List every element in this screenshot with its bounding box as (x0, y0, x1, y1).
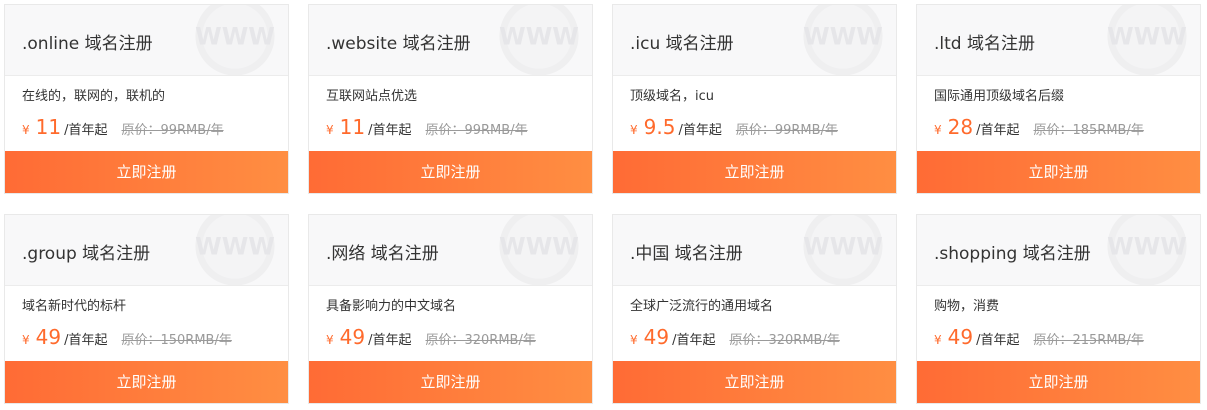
price-row: ¥ 28 /首年起 原价：185RMB/年 (934, 115, 1144, 143)
domain-card-icu: WWW .icu 域名注册 顶级域名，icu ¥ 9.5 /首年起 原价：99R… (612, 4, 897, 194)
domain-card-website: WWW .website 域名注册 互联网站点优选 ¥ 11 /首年起 原价：9… (308, 4, 593, 194)
www-globe-icon: WWW (1107, 215, 1187, 285)
price-unit: /首年起 (64, 123, 108, 138)
original-price: 原价：320RMB/年 (729, 333, 840, 348)
price-unit: /首年起 (678, 123, 722, 138)
card-header: WWW .ltd 域名注册 (917, 5, 1200, 76)
domain-description: 域名新时代的标杆 (22, 299, 127, 314)
domain-card-ltd: WWW .ltd 域名注册 国际通用顶级域名后缀 ¥ 28 /首年起 原价：18… (916, 4, 1201, 194)
original-price: 原价：99RMB/年 (735, 123, 838, 138)
price-unit: /首年起 (64, 333, 108, 348)
www-globe-icon: WWW (803, 215, 883, 285)
domain-title: .online 域名注册 (22, 34, 153, 54)
www-globe-icon: WWW (195, 5, 275, 75)
www-globe-icon: WWW (195, 215, 275, 285)
price-row: ¥ 49 /首年起 原价：150RMB/年 (22, 325, 232, 353)
domain-title: .ltd 域名注册 (934, 34, 1035, 54)
original-price: 原价：185RMB/年 (1033, 123, 1144, 138)
price-row: ¥ 49 /首年起 原价：215RMB/年 (934, 325, 1144, 353)
currency-symbol: ¥ (22, 123, 30, 137)
domain-description: 国际通用顶级域名后缀 (934, 89, 1065, 104)
card-header: WWW .shopping 域名注册 (917, 215, 1200, 286)
domain-description: 在线的，联网的，联机的 (22, 89, 166, 104)
svg-text:WWW: WWW (803, 23, 883, 51)
domain-description: 互联网站点优选 (326, 89, 418, 104)
price-value: 49 (947, 325, 974, 349)
domain-description: 顶级域名，icu (630, 89, 714, 104)
card-header: WWW .group 域名注册 (5, 215, 288, 286)
currency-symbol: ¥ (630, 123, 638, 137)
www-globe-icon: WWW (1107, 5, 1187, 75)
domain-title: .网络 域名注册 (326, 244, 439, 264)
price-unit: /首年起 (672, 333, 716, 348)
price-row: ¥ 49 /首年起 原价：320RMB/年 (630, 325, 840, 353)
original-price: 原价：215RMB/年 (1033, 333, 1144, 348)
domain-title: .website 域名注册 (326, 34, 471, 54)
original-price: 原价：99RMB/年 (121, 123, 224, 138)
card-header: WWW .网络 域名注册 (309, 215, 592, 286)
register-button[interactable]: 立即注册 (917, 151, 1200, 193)
svg-text:WWW: WWW (195, 23, 275, 51)
www-globe-icon: WWW (803, 5, 883, 75)
register-button[interactable]: 立即注册 (613, 361, 896, 403)
price-unit: /首年起 (976, 333, 1020, 348)
currency-symbol: ¥ (934, 123, 942, 137)
domain-title: .中国 域名注册 (630, 244, 743, 264)
price-row: ¥ 9.5 /首年起 原价：99RMB/年 (630, 115, 838, 143)
www-globe-icon: WWW (499, 215, 579, 285)
register-button[interactable]: 立即注册 (613, 151, 896, 193)
card-header: WWW .website 域名注册 (309, 5, 592, 76)
currency-symbol: ¥ (22, 333, 30, 347)
price-unit: /首年起 (976, 123, 1020, 138)
price-value: 11 (339, 115, 366, 139)
domain-card-zhongguo: WWW .中国 域名注册 全球广泛流行的通用域名 ¥ 49 /首年起 原价：32… (612, 214, 897, 404)
domain-title: .shopping 域名注册 (934, 244, 1091, 264)
price-row: ¥ 49 /首年起 原价：320RMB/年 (326, 325, 536, 353)
price-unit: /首年起 (368, 123, 412, 138)
original-price: 原价：99RMB/年 (425, 123, 528, 138)
currency-symbol: ¥ (630, 333, 638, 347)
currency-symbol: ¥ (934, 333, 942, 347)
domain-title: .icu 域名注册 (630, 34, 734, 54)
price-value: 9.5 (643, 115, 676, 139)
price-value: 49 (643, 325, 670, 349)
domain-description: 全球广泛流行的通用域名 (630, 299, 774, 314)
svg-text:WWW: WWW (1107, 23, 1187, 51)
price-value: 49 (339, 325, 366, 349)
card-header: WWW .online 域名注册 (5, 5, 288, 76)
domain-card-online: WWW .online 域名注册 在线的，联网的，联机的 ¥ 11 /首年起 原… (4, 4, 289, 194)
domain-description: 购物，消费 (934, 299, 1000, 314)
domain-card-group: WWW .group 域名注册 域名新时代的标杆 ¥ 49 /首年起 原价：15… (4, 214, 289, 404)
price-unit: /首年起 (368, 333, 412, 348)
domain-description: 具备影响力的中文域名 (326, 299, 457, 314)
card-header: WWW .icu 域名注册 (613, 5, 896, 76)
price-row: ¥ 11 /首年起 原价：99RMB/年 (326, 115, 528, 143)
svg-text:WWW: WWW (195, 233, 275, 261)
original-price: 原价：150RMB/年 (121, 333, 232, 348)
price-value: 11 (35, 115, 62, 139)
svg-text:WWW: WWW (803, 233, 883, 261)
card-header: WWW .中国 域名注册 (613, 215, 896, 286)
svg-text:WWW: WWW (499, 23, 579, 51)
price-row: ¥ 11 /首年起 原价：99RMB/年 (22, 115, 224, 143)
svg-text:WWW: WWW (1107, 233, 1187, 261)
domain-card-shopping: WWW .shopping 域名注册 购物，消费 ¥ 49 /首年起 原价：21… (916, 214, 1201, 404)
price-value: 28 (947, 115, 974, 139)
original-price: 原价：320RMB/年 (425, 333, 536, 348)
register-button[interactable]: 立即注册 (5, 151, 288, 193)
register-button[interactable]: 立即注册 (5, 361, 288, 403)
domain-card-grid: WWW .online 域名注册 在线的，联网的，联机的 ¥ 11 /首年起 原… (0, 0, 1207, 410)
register-button[interactable]: 立即注册 (309, 361, 592, 403)
register-button[interactable]: 立即注册 (309, 151, 592, 193)
www-globe-icon: WWW (499, 5, 579, 75)
domain-card-wangluo: WWW .网络 域名注册 具备影响力的中文域名 ¥ 49 /首年起 原价：320… (308, 214, 593, 404)
currency-symbol: ¥ (326, 333, 334, 347)
domain-title: .group 域名注册 (22, 244, 151, 264)
price-value: 49 (35, 325, 62, 349)
currency-symbol: ¥ (326, 123, 334, 137)
svg-text:WWW: WWW (499, 233, 579, 261)
register-button[interactable]: 立即注册 (917, 361, 1200, 403)
